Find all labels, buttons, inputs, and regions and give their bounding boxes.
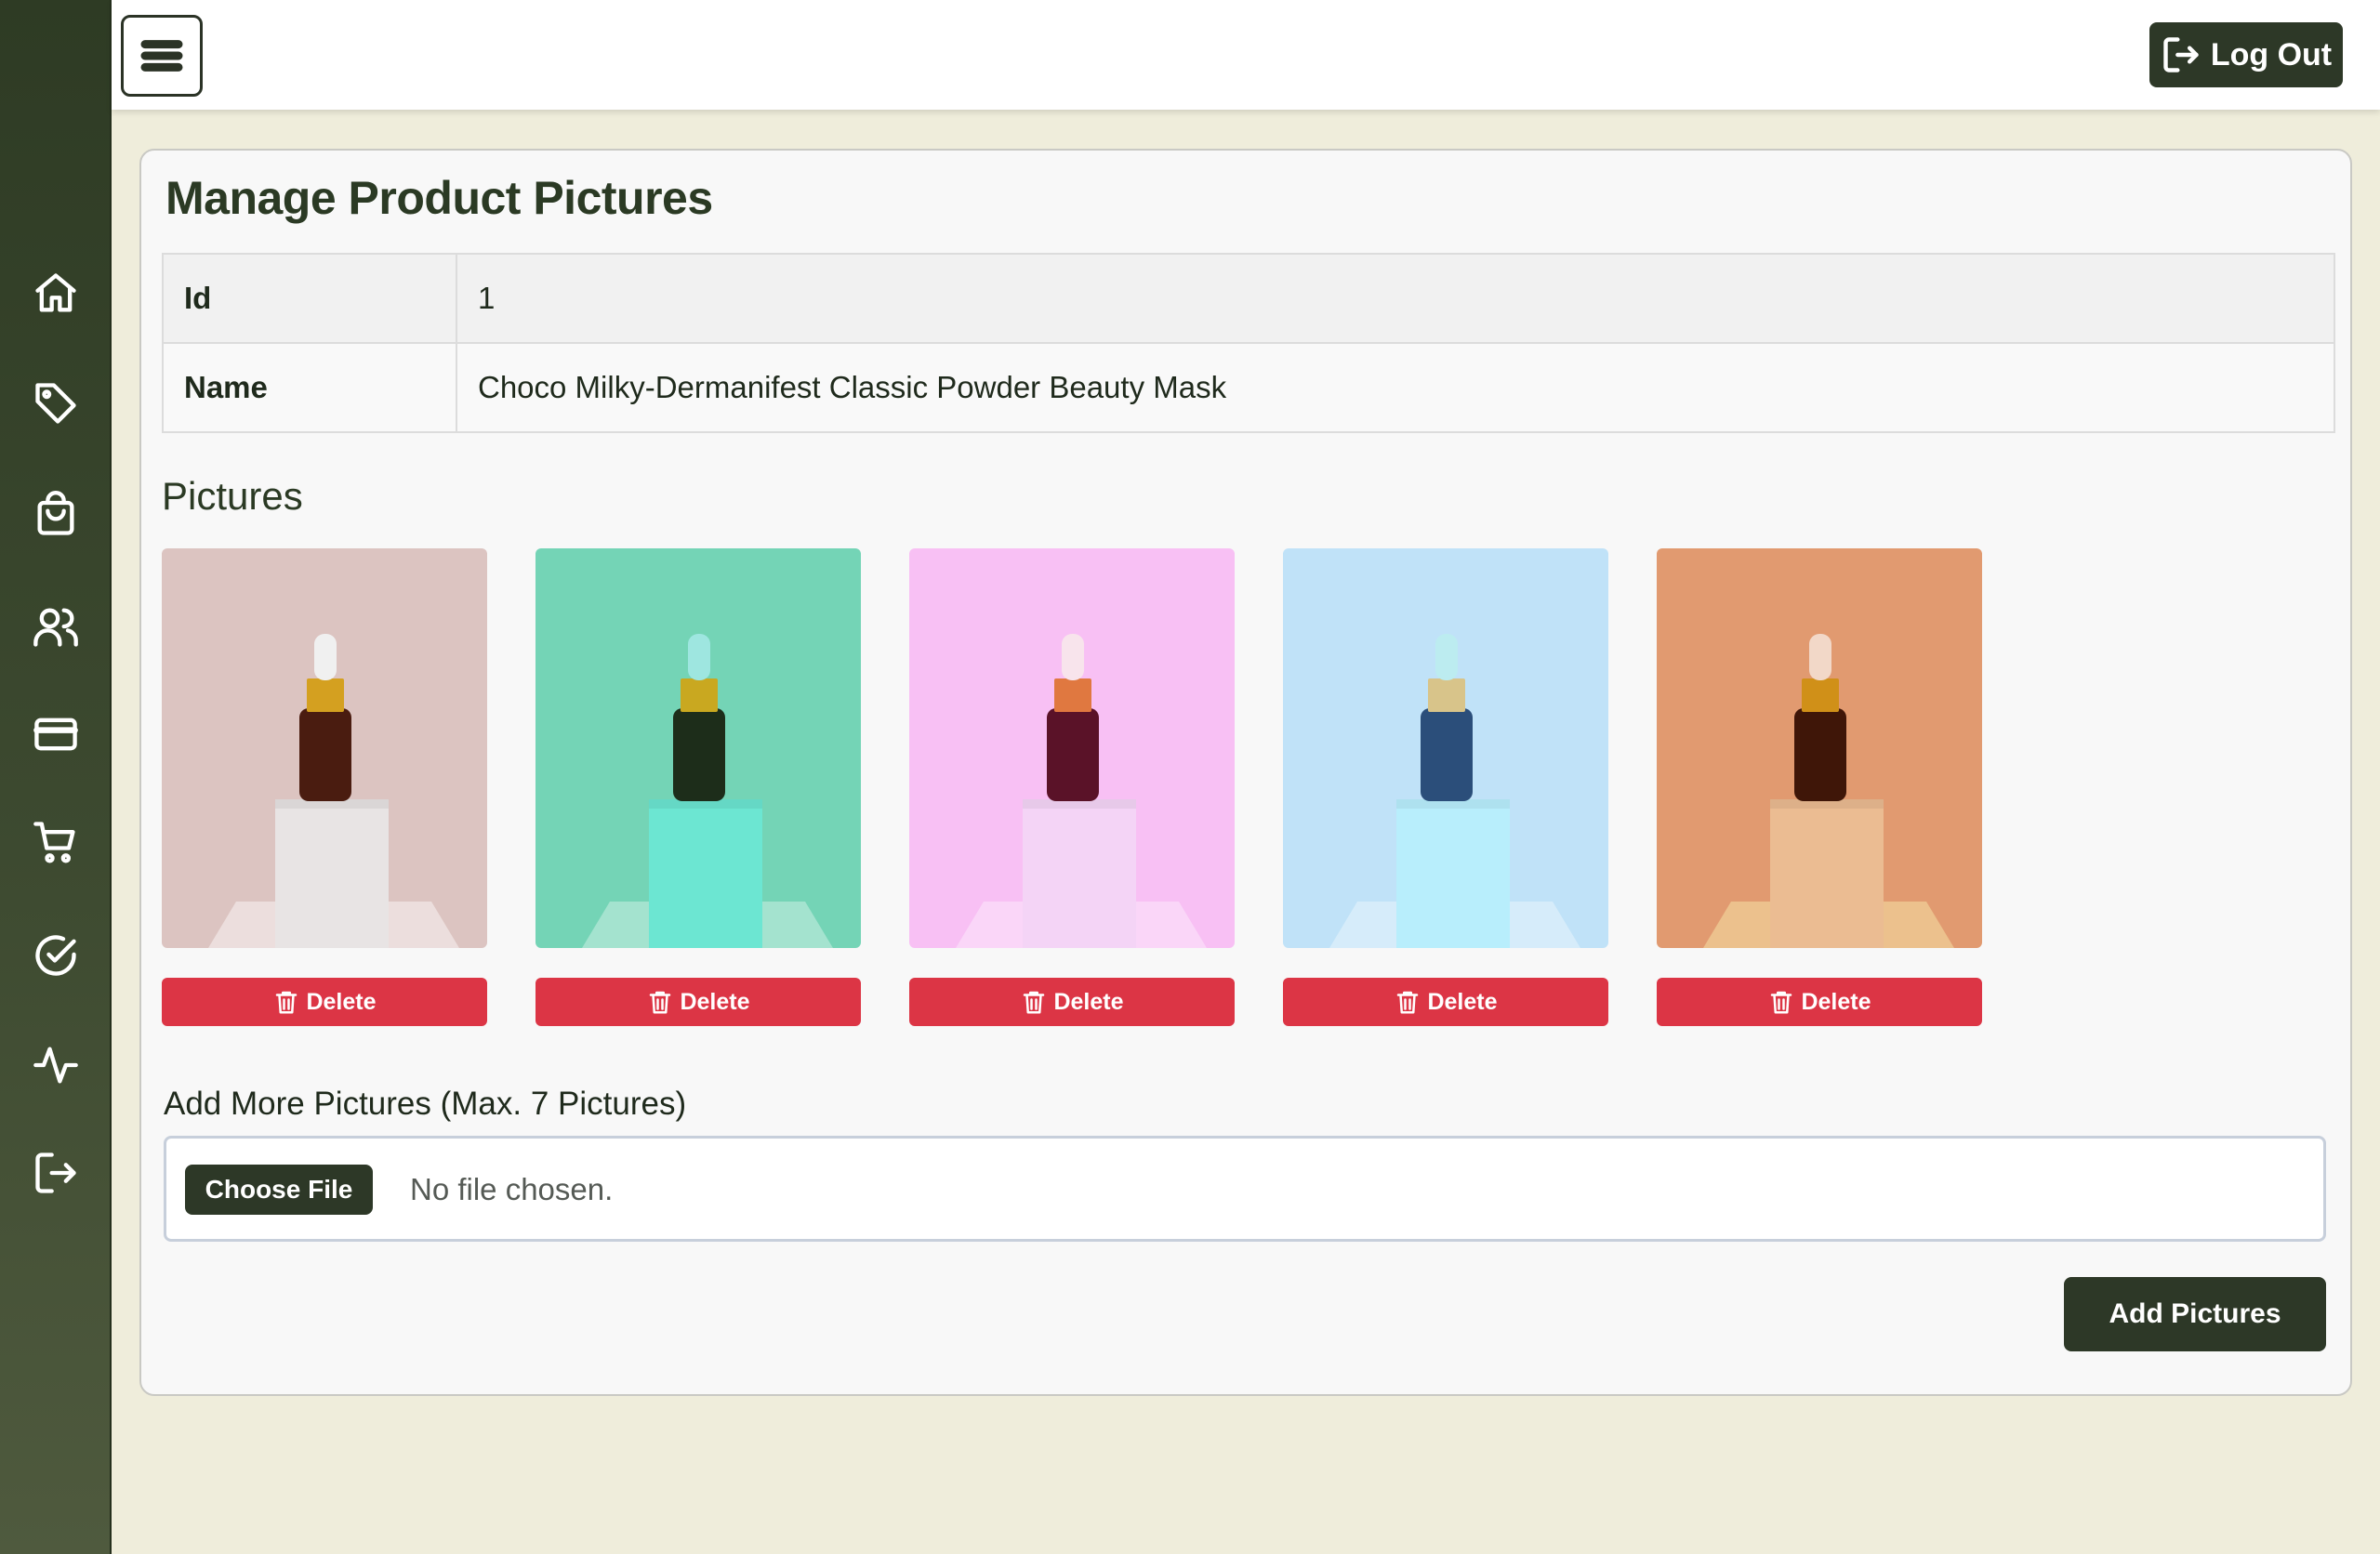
delete-picture-button[interactable]: Delete (1657, 978, 1982, 1026)
delete-label: Delete (1801, 988, 1871, 1015)
trash-icon (1771, 991, 1792, 1014)
delete-picture-button[interactable]: Delete (1283, 978, 1608, 1026)
product-picture (162, 548, 487, 948)
top-bar: Log Out (112, 0, 2380, 110)
delete-picture-button[interactable]: Delete (909, 978, 1235, 1026)
shopping-bag-icon[interactable] (30, 489, 82, 541)
cart-icon[interactable] (30, 816, 82, 868)
delete-label: Delete (306, 988, 377, 1015)
menu-toggle-button[interactable] (121, 15, 203, 97)
activity-icon[interactable] (30, 1039, 82, 1091)
trash-icon (276, 991, 298, 1014)
table-row: Name Choco Milky-Dermanifest Classic Pow… (162, 342, 2335, 433)
table-key: Name (162, 342, 457, 433)
trash-icon (1397, 991, 1419, 1014)
home-icon[interactable] (30, 268, 82, 320)
product-picture (536, 548, 861, 948)
credit-card-icon[interactable] (30, 708, 82, 760)
logout-icon (2163, 37, 2199, 72)
hamburger-icon (140, 40, 183, 72)
table-value: 1 (456, 253, 2335, 344)
tag-icon[interactable] (30, 377, 82, 429)
product-picture (1283, 548, 1608, 948)
trash-icon (1024, 991, 1045, 1014)
delete-label: Delete (1053, 988, 1124, 1015)
delete-label: Delete (680, 988, 750, 1015)
file-status-text: No file chosen. (410, 1172, 614, 1206)
logout-button[interactable]: Log Out (2149, 22, 2343, 87)
add-more-label: Add More Pictures (Max. 7 Pictures) (164, 1086, 687, 1122)
check-circle-icon[interactable] (30, 929, 82, 981)
users-icon[interactable] (30, 600, 82, 652)
sidebar (0, 0, 112, 1554)
logout-label: Log Out (2210, 36, 2333, 72)
pictures-heading: Pictures (162, 474, 303, 518)
logout-icon[interactable] (30, 1147, 82, 1199)
delete-picture-button[interactable]: Delete (162, 978, 487, 1026)
product-picture (1657, 548, 1982, 948)
file-input[interactable]: Choose File No file chosen. (164, 1136, 2326, 1242)
choose-file-button[interactable]: Choose File (185, 1165, 373, 1215)
delete-picture-button[interactable]: Delete (536, 978, 861, 1026)
table-value: Choco Milky-Dermanifest Classic Powder B… (456, 342, 2335, 433)
product-photo (536, 548, 861, 948)
product-info-table: Id 1 Name Choco Milky-Dermanifest Classi… (162, 253, 2335, 433)
trash-icon (650, 991, 671, 1014)
product-photo (1283, 548, 1608, 948)
table-row: Id 1 (162, 253, 2335, 344)
product-photo (162, 548, 487, 948)
product-photo (909, 548, 1235, 948)
add-pictures-button[interactable]: Add Pictures (2064, 1277, 2326, 1351)
delete-label: Delete (1427, 988, 1498, 1015)
table-key: Id (162, 253, 457, 344)
page-title: Manage Product Pictures (165, 172, 713, 224)
manage-pictures-card: Manage Product Pictures Id 1 Name Choco … (139, 149, 2352, 1396)
product-photo (1657, 548, 1982, 948)
product-picture (909, 548, 1235, 948)
